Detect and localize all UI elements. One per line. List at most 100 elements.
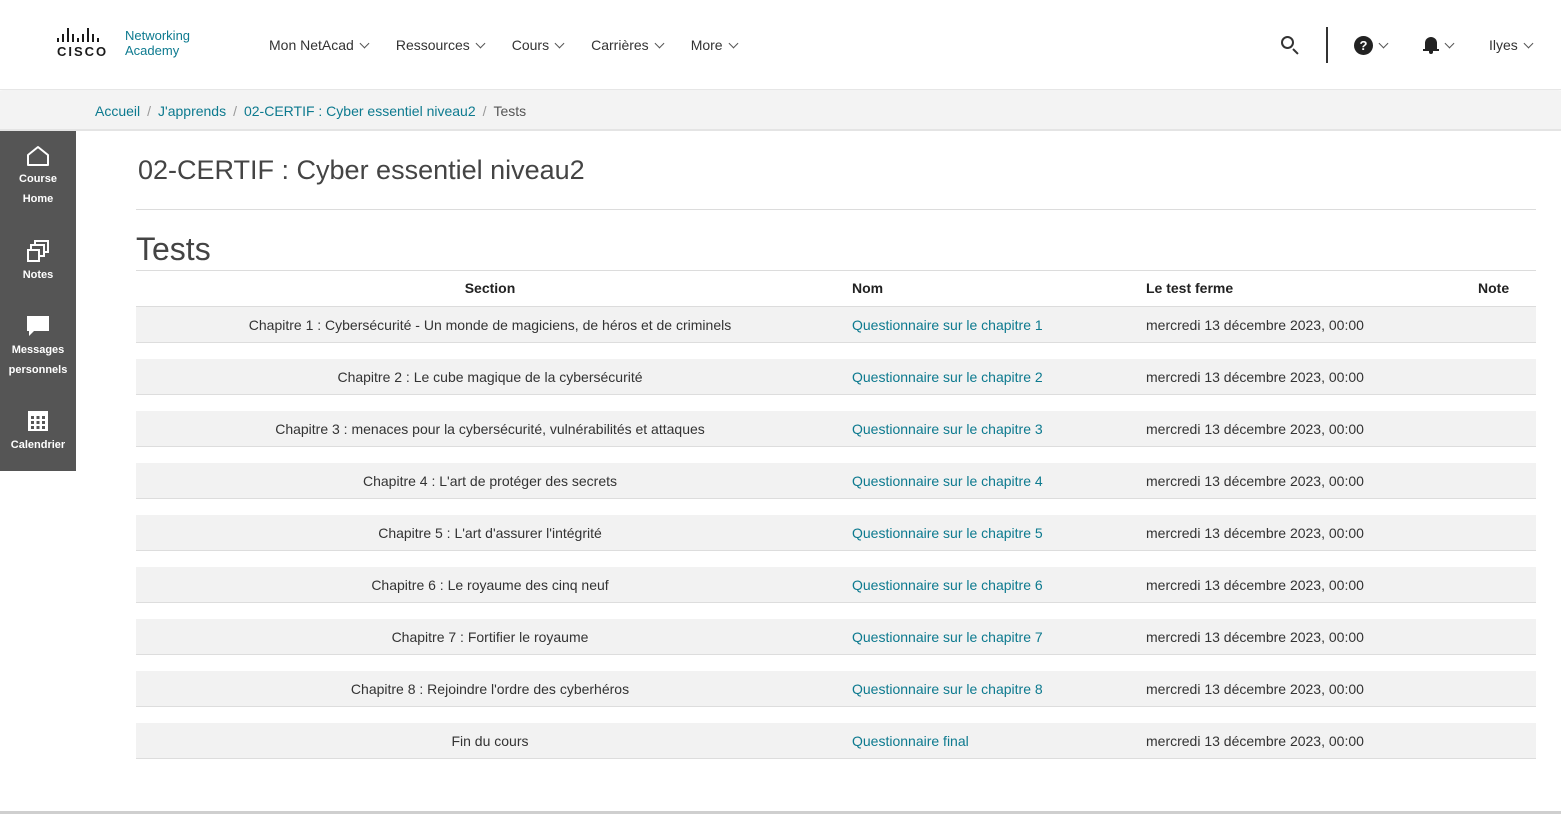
table-row: Chapitre 6 : Le royaume des cinq neuf Qu… bbox=[136, 567, 1536, 603]
table-row: Chapitre 3 : menaces pour la cybersécuri… bbox=[136, 411, 1536, 447]
chevron-down-icon bbox=[1444, 38, 1455, 48]
sidebar-item-label: personnels bbox=[8, 364, 68, 376]
quiz-link[interactable]: Questionnaire sur le chapitre 7 bbox=[852, 629, 1043, 645]
nav-label: Ressources bbox=[395, 37, 470, 53]
cell-close-date: mercredi 13 décembre 2023, 00:00 bbox=[1146, 681, 1364, 697]
top-header: CISCO Networking Academy Mon NetAcad Res… bbox=[0, 0, 1561, 90]
home-icon bbox=[27, 146, 49, 166]
table-header: Section Nom Le test ferme Note bbox=[136, 271, 1536, 307]
search-icon[interactable] bbox=[1280, 35, 1300, 55]
quiz-link[interactable]: Questionnaire sur le chapitre 3 bbox=[852, 421, 1043, 437]
cell-section: Chapitre 1 : Cybersécurité - Un monde de… bbox=[248, 317, 732, 333]
sidebar-item-messages[interactable]: Messages personnels bbox=[0, 314, 76, 380]
breadcrumb-separator: / bbox=[482, 103, 487, 119]
quiz-link[interactable]: Questionnaire final bbox=[852, 733, 969, 749]
nav-label: Cours bbox=[511, 37, 550, 53]
logo-text: Networking Academy bbox=[125, 28, 190, 58]
divider bbox=[136, 209, 1536, 210]
cell-section: Chapitre 6 : Le royaume des cinq neuf bbox=[371, 577, 609, 593]
sidebar-item-calendrier[interactable]: Calendrier bbox=[0, 409, 76, 455]
breadcrumb: Accueil / J'apprends / 02-CERTIF : Cyber… bbox=[95, 103, 526, 119]
quiz-link[interactable]: Questionnaire sur le chapitre 2 bbox=[852, 369, 1043, 385]
breadcrumb-bar: Accueil / J'apprends / 02-CERTIF : Cyber… bbox=[0, 91, 1561, 131]
course-title: 02-CERTIF : Cyber essentiel niveau2 bbox=[138, 155, 585, 185]
column-header-nom: Nom bbox=[852, 280, 884, 296]
column-header-section: Section bbox=[464, 280, 516, 296]
cell-close-date: mercredi 13 décembre 2023, 00:00 bbox=[1146, 317, 1364, 333]
cell-close-date: mercredi 13 décembre 2023, 00:00 bbox=[1146, 733, 1364, 749]
cell-close-date: mercredi 13 décembre 2023, 00:00 bbox=[1146, 629, 1364, 645]
cell-section: Chapitre 8 : Rejoindre l'ordre des cyber… bbox=[350, 681, 630, 697]
nav-mon-netacad[interactable]: Mon NetAcad bbox=[269, 37, 370, 53]
calendar-icon bbox=[28, 411, 48, 431]
breadcrumb-current: Tests bbox=[493, 103, 527, 119]
chevron-down-icon bbox=[554, 38, 565, 48]
cisco-netacad-logo[interactable]: CISCO Networking Academy bbox=[57, 28, 190, 60]
chevron-down-icon bbox=[1523, 38, 1534, 48]
quiz-link[interactable]: Questionnaire sur le chapitre 1 bbox=[852, 317, 1043, 333]
sidebar-item-label: Notes bbox=[22, 269, 54, 281]
logo-text-line2: Academy bbox=[125, 43, 180, 58]
chevron-down-icon bbox=[728, 38, 739, 48]
cell-section: Chapitre 7 : Fortifier le royaume bbox=[391, 629, 589, 645]
sidebar-item-course-home[interactable]: Course Home bbox=[0, 145, 76, 209]
quiz-link[interactable]: Questionnaire sur le chapitre 4 bbox=[852, 473, 1043, 489]
table-row: Chapitre 5 : L'art d'assurer l'intégrité… bbox=[136, 515, 1536, 551]
header-divider bbox=[1326, 27, 1328, 63]
header-tools: ? Ilyes bbox=[1280, 0, 1534, 90]
nav-label: Carrières bbox=[591, 37, 649, 53]
breadcrumb-course[interactable]: 02-CERTIF : Cyber essentiel niveau2 bbox=[244, 103, 476, 119]
table-row: Chapitre 7 : Fortifier le royaume Questi… bbox=[136, 619, 1536, 655]
chevron-down-icon bbox=[359, 38, 370, 48]
cell-close-date: mercredi 13 décembre 2023, 00:00 bbox=[1146, 369, 1364, 385]
user-menu-button[interactable]: Ilyes bbox=[1489, 37, 1534, 53]
user-name: Ilyes bbox=[1489, 37, 1518, 53]
nav-cours[interactable]: Cours bbox=[511, 37, 565, 53]
notes-icon bbox=[27, 240, 49, 262]
chevron-down-icon bbox=[1378, 38, 1389, 48]
notifications-button[interactable] bbox=[1423, 36, 1455, 54]
cell-section: Chapitre 4 : L'art de protéger des secre… bbox=[362, 473, 618, 489]
nav-label: More bbox=[690, 37, 723, 53]
logo-wordmark: CISCO bbox=[57, 44, 109, 59]
breadcrumb-separator: / bbox=[147, 103, 152, 119]
course-sidebar: Course Home Notes Messages personnels Ca… bbox=[0, 131, 76, 471]
cell-close-date: mercredi 13 décembre 2023, 00:00 bbox=[1146, 577, 1364, 593]
nav-ressources[interactable]: Ressources bbox=[395, 37, 486, 53]
column-header-ferme: Le test ferme bbox=[1146, 280, 1234, 296]
cell-close-date: mercredi 13 décembre 2023, 00:00 bbox=[1146, 525, 1364, 541]
breadcrumb-japprends[interactable]: J'apprends bbox=[158, 103, 226, 119]
page-title: Tests bbox=[136, 231, 211, 267]
help-menu-button[interactable]: ? bbox=[1354, 35, 1389, 55]
quiz-link[interactable]: Questionnaire sur le chapitre 8 bbox=[852, 681, 1043, 697]
table-row: Fin du cours Questionnaire final mercred… bbox=[136, 723, 1536, 759]
nav-more[interactable]: More bbox=[690, 37, 739, 53]
breadcrumb-accueil[interactable]: Accueil bbox=[95, 103, 140, 119]
bell-icon bbox=[1423, 36, 1439, 54]
logo-text-line1: Networking bbox=[125, 28, 191, 43]
cisco-logo-icon: CISCO bbox=[57, 28, 115, 60]
cell-close-date: mercredi 13 décembre 2023, 00:00 bbox=[1146, 421, 1364, 437]
sidebar-item-label: Calendrier bbox=[10, 439, 66, 451]
sidebar-item-notes[interactable]: Notes bbox=[0, 239, 76, 285]
help-icon: ? bbox=[1354, 35, 1373, 55]
nav-label: Mon NetAcad bbox=[269, 37, 354, 53]
cell-section: Fin du cours bbox=[451, 733, 529, 749]
nav-carrieres[interactable]: Carrières bbox=[591, 37, 665, 53]
cell-section: Chapitre 2 : Le cube magique de la cyber… bbox=[337, 369, 643, 385]
table-row: Chapitre 8 : Rejoindre l'ordre des cyber… bbox=[136, 671, 1536, 707]
main-nav: Mon NetAcad Ressources Cours Carrières M… bbox=[269, 0, 765, 90]
table-row: Chapitre 2 : Le cube magique de la cyber… bbox=[136, 359, 1536, 395]
breadcrumb-separator: / bbox=[233, 103, 237, 119]
chevron-down-icon bbox=[475, 38, 486, 48]
sidebar-item-label: Messages bbox=[11, 344, 65, 356]
column-header-note: Note bbox=[1478, 280, 1510, 296]
table-row: Chapitre 1 : Cybersécurité - Un monde de… bbox=[136, 307, 1536, 343]
chevron-down-icon bbox=[654, 38, 665, 48]
quiz-link[interactable]: Questionnaire sur le chapitre 5 bbox=[852, 525, 1043, 541]
cell-section: Chapitre 5 : L'art d'assurer l'intégrité bbox=[378, 525, 602, 541]
quiz-link[interactable]: Questionnaire sur le chapitre 6 bbox=[852, 577, 1043, 593]
message-icon bbox=[27, 316, 49, 336]
sidebar-item-label: Home bbox=[22, 193, 54, 205]
cell-section: Chapitre 3 : menaces pour la cybersécuri… bbox=[275, 421, 705, 437]
